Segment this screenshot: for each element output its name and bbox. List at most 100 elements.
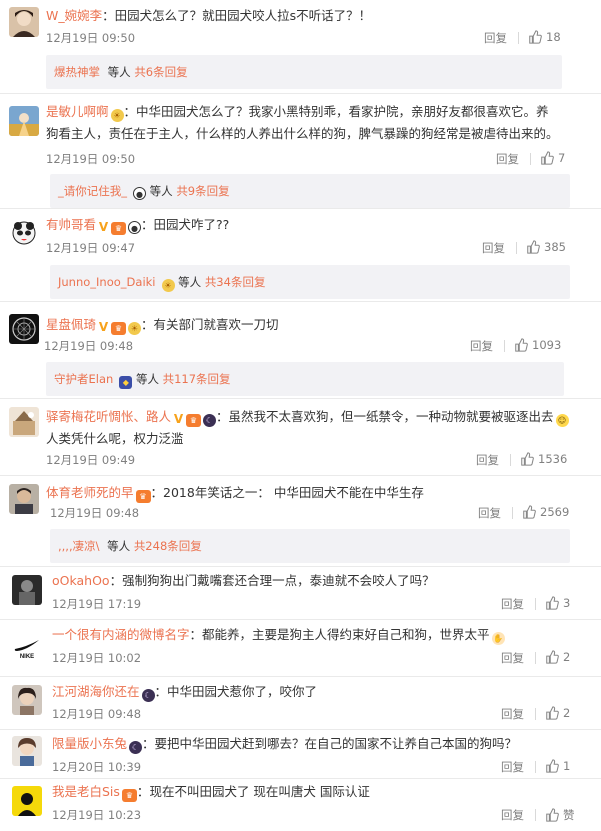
more-replies-link[interactable]: 共248条回复 [134,539,202,553]
comment-item: 江河湖海你还在 ☾ ：中华田园犬惹你了，咬你了 12月19日 09:48 回复 2 [0,677,601,729]
like-button[interactable]: 2 [545,706,570,720]
username-link[interactable]: 江河湖海你还在 [52,684,140,699]
divider [530,153,531,165]
avatar[interactable] [9,484,39,514]
avatar[interactable] [12,736,42,766]
reply-button[interactable]: 回复 [501,650,524,666]
username-link[interactable]: 我是老白Sis [52,784,120,799]
sub-reply-user[interactable]: _请你记住我_ [58,184,127,198]
vip-badge-icon: ♛ [111,322,127,335]
like-button[interactable]: 赞 [545,807,575,823]
like-button[interactable]: 1093 [514,338,561,352]
more-replies-link[interactable]: 共117条回复 [163,372,231,386]
like-button[interactable]: 7 [540,151,565,165]
comment-time: 12月19日 09:50 [46,152,136,166]
comment-time: 12月19日 09:47 [46,241,136,255]
username-link[interactable]: 有帅哥看 [46,217,96,232]
username-link[interactable]: 一个很有内涵的微博名字 [52,627,190,642]
like-button[interactable]: 2 [545,650,570,664]
comment-item: NIKE 一个很有内涵的微博名字：都能养，主要是狗主人得约束好自己和狗，世界太平… [0,620,601,676]
sub-reply-user[interactable]: ,,,,凄凉\ [58,539,100,553]
face-emoji-icon: ☺ [555,414,569,427]
comment-item: 是敏儿啊啊 ☀ ：中华田园犬怎么了？我家小黑特别乖，看家护院，亲朋好友都很喜欢它。养… [0,94,601,208]
comment-item: 驿寄梅花听惆怅、路人 V ♛ ☾ ：虽然我不太喜欢狗，但一纸禁令，一种动物就要被驱逐出去… [0,399,601,475]
comment-line: 限量版小东兔 ☾ ：要把中华田园犬赶到哪去？在自己的国家不让养自己本国的狗吗？ [52,736,518,754]
comment-text: 田园犬怎么了？就田园犬咬人拉s不听话了？！ [114,8,372,23]
divider [535,809,536,821]
username-link[interactable]: 限量版小东兔 [52,736,127,751]
avatar[interactable] [12,685,42,715]
divider [510,454,511,466]
comment-item: oOkahOo：强制狗狗出门戴嘴套还合理一点，泰迪就不会咬人了吗？ 12月19日… [0,567,601,619]
username-link[interactable]: W_婉婉李 [46,8,102,23]
comment-line: 是敏儿啊啊 ☀ ：中华田园犬怎么了？我家小黑特别乖，看家护院，亲朋好友都很喜欢它。养… [46,104,559,141]
comment-time: 12月19日 09:49 [46,453,136,467]
more-replies-link[interactable]: 共9条回复 [176,184,229,198]
like-button[interactable]: 385 [526,240,566,254]
vip-badge-icon: ♛ [121,789,137,802]
avatar[interactable]: NIKE [12,630,42,660]
comment-time: 12月20日 10:39 [52,760,142,774]
more-replies-link[interactable]: 共6条回复 [134,65,187,79]
verified-v-icon: V [173,412,184,426]
comment-time: 12月19日 17:19 [52,597,142,611]
avatar[interactable] [12,786,42,816]
avatar[interactable] [12,575,42,605]
divider [535,652,536,664]
like-button[interactable]: 3 [545,596,570,610]
like-button[interactable]: 18 [528,30,561,44]
avatar[interactable] [9,407,39,437]
avatar[interactable] [9,106,39,136]
comment-text: 田园犬咋了?? [153,217,230,232]
comment-line: oOkahOo：强制狗狗出门戴嘴套还合理一点，泰迪就不会咬人了吗？ [52,573,435,588]
username-link[interactable]: 星盘佩琦 [46,317,96,332]
sub-replies[interactable]: 爆热神掌 等人 共6条回复 [46,55,562,89]
like-button[interactable]: 1 [545,759,570,773]
thumbs-up-icon [546,596,559,610]
like-count: 7 [558,151,566,165]
sub-replies[interactable]: _请你记住我_ ● 等人 共9条回复 [50,174,570,208]
sub-replies[interactable]: Junno_Inoo_Daiki ☀ 等人 共34条回复 [50,265,570,299]
divider [535,761,536,773]
thumbs-up-icon [546,706,559,720]
comment-time: 12月19日 09:48 [52,707,142,721]
comment-text: 2018年笑话之一： 中华田园犬不能在中华生存 [163,485,424,500]
reply-button[interactable]: 回复 [476,452,499,468]
thumbs-up-icon [527,240,540,254]
reply-button[interactable]: 回复 [501,759,524,775]
thumbs-up-icon [546,650,559,664]
sub-replies[interactable]: ,,,,凄凉\ 等人 共248条回复 [50,529,570,563]
username-link[interactable]: 驿寄梅花听惆怅、路人 [46,409,171,424]
more-replies-link[interactable]: 共34条回复 [205,275,266,289]
comment-line: 星盘佩琦 V ♛ ☀ ：有关部门就喜欢一刀切 [46,317,279,335]
reply-button[interactable]: 回复 [501,807,524,823]
username-link[interactable]: 体育老师死的早 [46,485,134,500]
thumbs-up-icon [521,452,534,466]
comment-line: 体育老师死的早 ♛ ：2018年笑话之一： 中华田园犬不能在中华生存 [46,485,424,503]
like-button[interactable]: 2569 [522,505,569,519]
reply-button[interactable]: 回复 [470,338,493,354]
reply-button[interactable]: 回复 [478,505,501,521]
avatar[interactable] [9,314,39,344]
night-badge-icon: ☾ [129,741,143,754]
like-button[interactable]: 1536 [520,452,567,466]
thumbs-up-icon [515,338,528,352]
avatar[interactable] [9,217,39,247]
like-count: 385 [544,240,566,254]
reply-button[interactable]: 回复 [501,706,524,722]
sub-replies[interactable]: 守护者Elan ◆ 等人 共117条回复 [46,362,564,396]
reply-button[interactable]: 回复 [482,240,505,256]
panda-badge-icon: ● [128,221,142,234]
reply-button[interactable]: 回复 [496,151,519,167]
comment-item: 有帅哥看 V ♛ ● ：田园犬咋了?? 12月19日 09:47 回复 385 Junn… [0,209,601,301]
thumbs-up-icon [523,505,536,519]
sub-reply-user[interactable]: Junno_Inoo_Daiki [58,275,156,289]
reply-button[interactable]: 回复 [484,30,507,46]
username-link[interactable]: 是敏儿啊啊 [46,104,109,119]
reply-button[interactable]: 回复 [501,596,524,612]
like-count: 2 [563,706,571,720]
sub-reply-user[interactable]: 爆热神掌 [54,65,100,79]
avatar[interactable] [9,7,39,37]
username-link[interactable]: oOkahOo [52,573,110,588]
sub-reply-user[interactable]: 守护者Elan [54,372,113,386]
